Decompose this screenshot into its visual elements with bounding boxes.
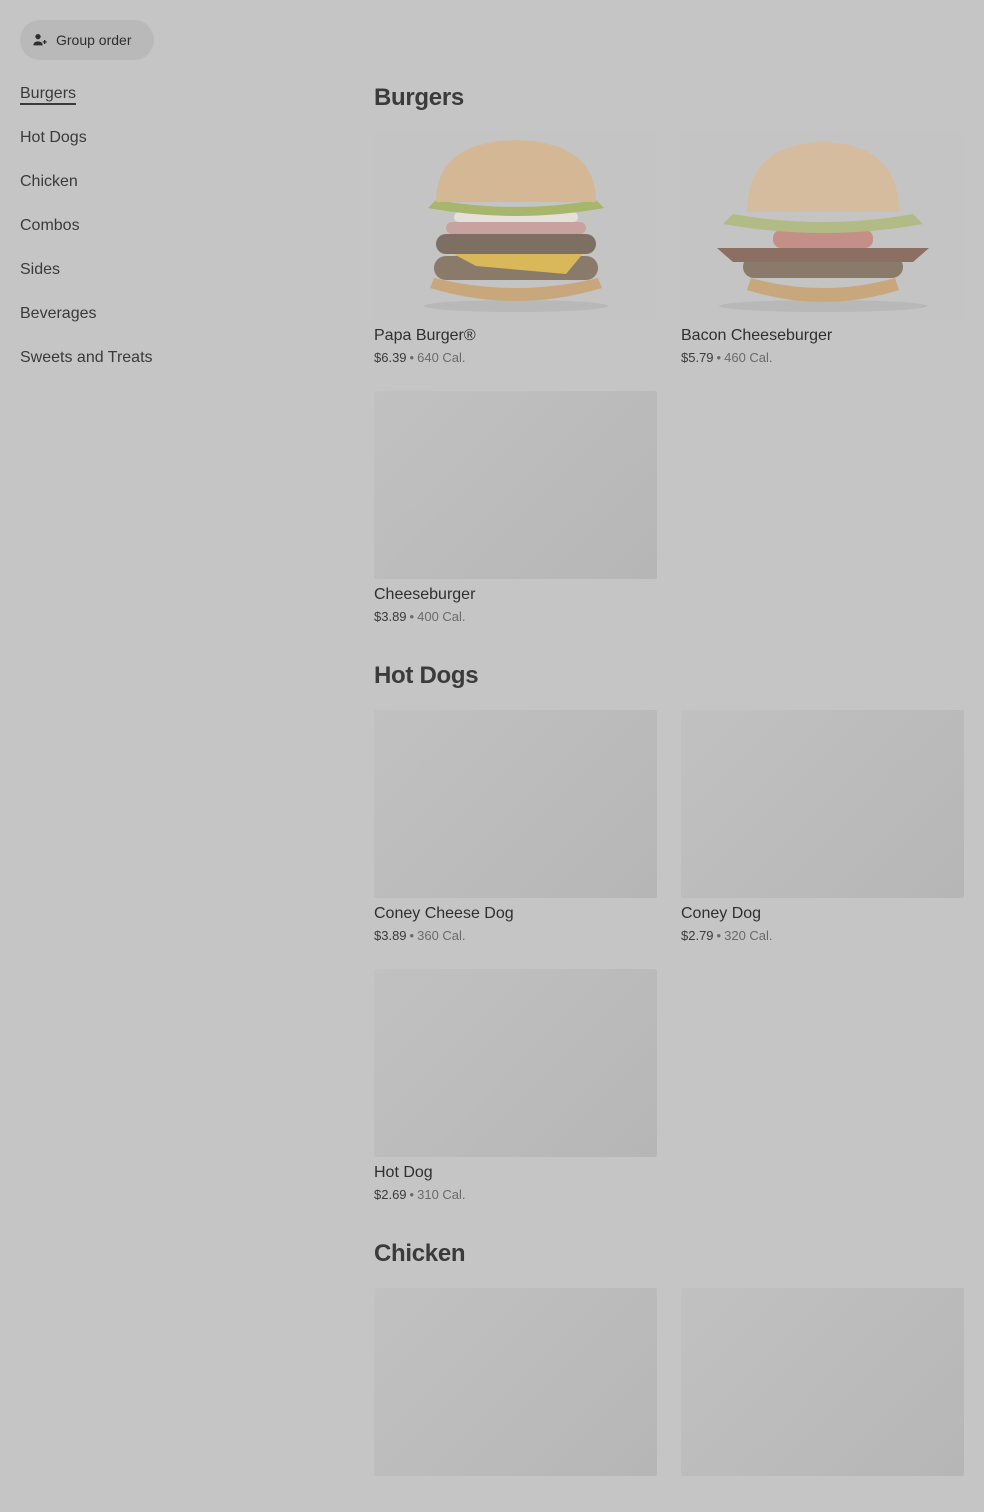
item-meta: $5.79 • 460 Cal. bbox=[681, 349, 964, 367]
item-meta: $3.89 • 360 Cal. bbox=[374, 927, 657, 945]
item-image-placeholder bbox=[681, 1288, 964, 1476]
menu-item-card[interactable]: Bacon Cheeseburger $5.79 • 460 Cal. bbox=[681, 132, 964, 367]
item-image-placeholder bbox=[374, 710, 657, 898]
item-calories: 460 Cal. bbox=[724, 350, 773, 365]
separator: • bbox=[409, 1187, 415, 1202]
item-name: Coney Dog bbox=[681, 905, 762, 922]
item-calories: 320 Cal. bbox=[724, 928, 773, 943]
sidebar-item-combos[interactable]: Combos bbox=[20, 214, 320, 258]
item-name: Papa Burger® bbox=[374, 327, 476, 344]
sidebar-item-burgers[interactable]: Burgers bbox=[20, 82, 320, 126]
group-order-label: Group order bbox=[56, 32, 132, 48]
item-image-placeholder bbox=[681, 710, 964, 898]
category-sidebar: Burgers Hot Dogs Chicken Combos Sides Be… bbox=[20, 82, 320, 390]
section-hot-dogs: Hot Dogs Coney Cheese Dog $3.89 • 360 Cal.… bbox=[374, 662, 964, 1204]
item-image-placeholder bbox=[374, 391, 657, 579]
item-calories: 310 Cal. bbox=[417, 1187, 466, 1202]
menu-item-card[interactable]: Cheeseburger $3.89 • 400 Cal. bbox=[374, 391, 657, 626]
item-calories: 640 Cal. bbox=[417, 350, 466, 365]
item-calories: 360 Cal. bbox=[417, 928, 466, 943]
separator: • bbox=[716, 928, 722, 943]
add-person-icon bbox=[33, 34, 47, 46]
separator: • bbox=[409, 350, 415, 365]
item-name: Cheeseburger bbox=[374, 586, 476, 603]
section-title: Chicken bbox=[374, 1240, 466, 1267]
sidebar-item-hot-dogs[interactable]: Hot Dogs bbox=[20, 126, 320, 170]
item-price: $3.89 bbox=[374, 928, 407, 943]
burger-image bbox=[423, 140, 608, 312]
item-meta: $6.39 • 640 Cal. bbox=[374, 349, 657, 367]
item-meta: $3.89 • 400 Cal. bbox=[374, 608, 657, 626]
menu-item-card[interactable]: Coney Cheese Dog $3.89 • 360 Cal. bbox=[374, 710, 657, 945]
menu-item-card[interactable]: Hot Dog $2.69 • 310 Cal. bbox=[374, 969, 657, 1204]
item-image-placeholder bbox=[374, 969, 657, 1157]
menu-item-card[interactable] bbox=[374, 1288, 657, 1476]
item-image-placeholder bbox=[374, 1288, 657, 1476]
menu-item-card[interactable]: Papa Burger® $6.39 • 640 Cal. bbox=[374, 132, 657, 367]
item-calories: 400 Cal. bbox=[417, 609, 466, 624]
sidebar-item-chicken[interactable]: Chicken bbox=[20, 170, 320, 214]
separator: • bbox=[409, 928, 415, 943]
sidebar-item-sides[interactable]: Sides bbox=[20, 258, 320, 302]
item-price: $2.79 bbox=[681, 928, 714, 943]
burger-image bbox=[716, 142, 929, 312]
item-image bbox=[681, 132, 964, 320]
group-order-button[interactable]: Group order bbox=[20, 20, 154, 60]
section-chicken: Chicken bbox=[374, 1240, 964, 1476]
sidebar-item-beverages[interactable]: Beverages bbox=[20, 302, 320, 346]
separator: • bbox=[409, 609, 415, 624]
section-title: Hot Dogs bbox=[374, 662, 479, 689]
section-burgers: Burgers Papa Burger® $6.39 • 640 Cal. Ba… bbox=[374, 84, 964, 626]
item-price: $2.69 bbox=[374, 1187, 407, 1202]
item-name: Hot Dog bbox=[374, 1164, 433, 1181]
item-name: Bacon Cheeseburger bbox=[681, 327, 833, 344]
sidebar-item-sweets[interactable]: Sweets and Treats bbox=[20, 346, 320, 390]
item-meta: $2.69 • 310 Cal. bbox=[374, 1186, 657, 1204]
menu-item-card[interactable]: Coney Dog $2.79 • 320 Cal. bbox=[681, 710, 964, 945]
menu-content: Burgers Papa Burger® $6.39 • 640 Cal. Ba… bbox=[374, 84, 964, 1512]
item-image bbox=[374, 132, 657, 320]
item-price: $3.89 bbox=[374, 609, 407, 624]
item-meta: $2.79 • 320 Cal. bbox=[681, 927, 964, 945]
item-price: $6.39 bbox=[374, 350, 407, 365]
section-title: Burgers bbox=[374, 84, 464, 111]
separator: • bbox=[716, 350, 722, 365]
item-price: $5.79 bbox=[681, 350, 714, 365]
menu-item-card[interactable] bbox=[681, 1288, 964, 1476]
item-name: Coney Cheese Dog bbox=[374, 905, 514, 922]
